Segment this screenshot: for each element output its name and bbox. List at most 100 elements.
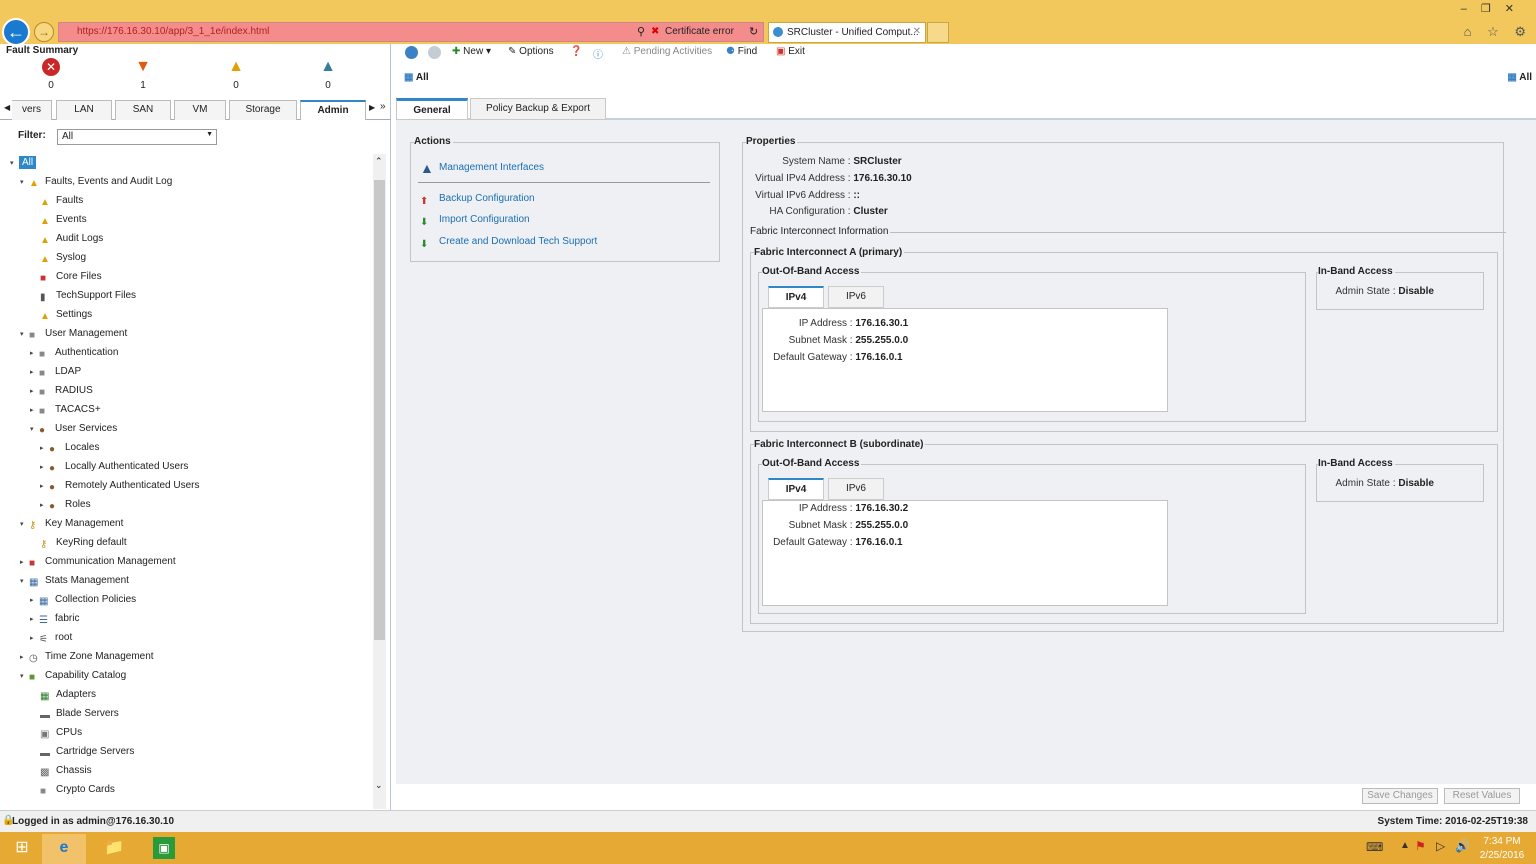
- taskbar-time[interactable]: 7:34 PM: [1480, 836, 1524, 847]
- network-icon[interactable]: ▷: [1436, 839, 1445, 853]
- new-menu[interactable]: ✚ New ▾: [452, 46, 491, 57]
- tree-crypto-cards[interactable]: ■ Crypto Cards: [40, 781, 115, 799]
- tab-san[interactable]: SAN: [115, 100, 171, 120]
- tree-user-management[interactable]: ▾ ■ User Management: [20, 325, 127, 343]
- fi-b-tab-ipv6[interactable]: IPv6: [828, 478, 884, 500]
- tree-roles[interactable]: ▸ ● Roles: [40, 496, 91, 514]
- tree-syslog[interactable]: ▲ Syslog: [40, 249, 86, 267]
- tab-servers[interactable]: vers: [12, 100, 52, 120]
- tree-root[interactable]: ▸ ⚟ root: [30, 629, 72, 647]
- tree-faults[interactable]: ▲ Faults: [40, 192, 83, 210]
- forward-button[interactable]: →: [34, 22, 54, 42]
- tree-core-files[interactable]: ■ Core Files: [40, 268, 102, 286]
- tree-audit-logs[interactable]: ▲ Audit Logs: [40, 230, 103, 248]
- home-icon[interactable]: ⌂: [1464, 24, 1478, 39]
- tree-fabric[interactable]: ▸ ☰ fabric: [30, 610, 79, 628]
- scroll-down-icon[interactable]: ⌄: [375, 780, 383, 791]
- management-interfaces-link[interactable]: ▲ Management Interfaces: [420, 160, 544, 176]
- tree-chassis[interactable]: ▩ Chassis: [40, 762, 92, 780]
- windows-start-icon[interactable]: ⊞: [0, 834, 44, 864]
- tab-general[interactable]: General: [396, 98, 468, 120]
- fault-warning[interactable]: ▲ 0: [318, 58, 338, 91]
- tree-scrollbar[interactable]: ⌃ ⌄: [373, 154, 386, 809]
- tech-support-link[interactable]: ⬇ Create and Download Tech Support: [420, 236, 597, 253]
- tree-key-management[interactable]: ▾ ⚷ Key Management: [20, 515, 123, 533]
- tree-radius[interactable]: ▸ ■ RADIUS: [30, 382, 93, 400]
- back-nav-icon[interactable]: [405, 46, 418, 59]
- tree-techsupport-files[interactable]: ▮ TechSupport Files: [40, 287, 136, 305]
- tree-communication-management[interactable]: ▸ ■ Communication Management: [20, 553, 176, 571]
- tree-remote-users[interactable]: ▸ ● Remotely Authenticated Users: [40, 477, 200, 495]
- tree-blade-servers[interactable]: ▬ Blade Servers: [40, 705, 119, 723]
- tab-lan[interactable]: LAN: [56, 100, 112, 120]
- forward-nav-icon[interactable]: [428, 46, 441, 59]
- tree-ldap[interactable]: ▸ ■ LDAP: [30, 363, 81, 381]
- tabs-right-arrow-icon[interactable]: ▶: [369, 103, 375, 112]
- keyboard-icon[interactable]: ⌨: [1366, 840, 1383, 854]
- tree-faults-events[interactable]: ▾ ▲ Faults, Events and Audit Log: [20, 173, 172, 191]
- browser-tab[interactable]: SRCluster - Unified Comput... ✕: [768, 22, 926, 43]
- tree-user-services[interactable]: ▾ ● User Services: [30, 420, 117, 438]
- tree-stats-management[interactable]: ▾ ▦ Stats Management: [20, 572, 129, 590]
- tree-tacacs[interactable]: ▸ ■ TACACS+: [30, 401, 101, 419]
- tree-collection-policies[interactable]: ▸ ▦ Collection Policies: [30, 591, 136, 609]
- settings-gear-icon[interactable]: ⚙: [1514, 24, 1532, 39]
- browser-icons[interactable]: ⌂ ☆ ⚙: [1464, 24, 1532, 40]
- tab-admin[interactable]: Admin: [300, 100, 366, 120]
- tab-policy-backup-export[interactable]: Policy Backup & Export: [470, 98, 606, 120]
- tree-cpus[interactable]: ▣ CPUs: [40, 724, 82, 742]
- tree-local-users[interactable]: ▸ ● Locally Authenticated Users: [40, 458, 188, 476]
- flag-icon[interactable]: ⚑: [1415, 839, 1426, 853]
- tabs-left-arrow-icon[interactable]: ◀: [4, 103, 10, 112]
- fi-a-tab-ipv6[interactable]: IPv6: [828, 286, 884, 308]
- tree-all[interactable]: ▾ All: [10, 154, 37, 172]
- save-changes-button[interactable]: Save Changes: [1362, 788, 1438, 804]
- internet-explorer-icon[interactable]: e: [42, 834, 86, 864]
- filter-select[interactable]: All ▼: [57, 129, 217, 145]
- fi-b-mask-row: Subnet Mask : 255.255.0.0: [788, 520, 909, 531]
- volume-icon[interactable]: 🔊: [1455, 839, 1470, 853]
- warning-icon: ▲: [320, 58, 336, 75]
- info-icon[interactable]: ⓘ: [593, 46, 603, 61]
- tree-keyring-default[interactable]: ⚷ KeyRing default: [40, 534, 127, 552]
- scroll-up-icon[interactable]: ⌃: [375, 156, 383, 167]
- exit-button[interactable]: ▣ Exit: [776, 46, 805, 57]
- favorites-star-icon[interactable]: ☆: [1487, 24, 1505, 39]
- scroll-thumb[interactable]: [374, 180, 385, 640]
- tree-locales[interactable]: ▸ ● Locales: [40, 439, 99, 457]
- import-configuration-link[interactable]: ⬇ Import Configuration: [420, 214, 530, 231]
- reset-values-button[interactable]: Reset Values: [1444, 788, 1520, 804]
- tray-up-icon[interactable]: ▲: [1400, 840, 1410, 851]
- fi-a-tab-ipv4[interactable]: IPv4: [768, 286, 824, 308]
- tabs-more-icon[interactable]: »: [380, 101, 386, 112]
- address-bar[interactable]: https://176.16.30.10/app/3_1_1e/index.ht…: [58, 22, 764, 42]
- back-button[interactable]: ←: [2, 18, 30, 46]
- fault-major[interactable]: ▼ 1: [133, 58, 153, 91]
- window-controls[interactable]: –❐✕: [1461, 2, 1528, 15]
- options-button[interactable]: ✎ Options: [508, 46, 554, 57]
- tree-cartridge-servers[interactable]: ▬ Cartridge Servers: [40, 743, 134, 761]
- search-icon[interactable]: ⚲: [637, 25, 645, 38]
- tree-authentication[interactable]: ▸ ■ Authentication: [30, 344, 118, 362]
- new-tab-button[interactable]: [927, 22, 949, 43]
- find-button[interactable]: ⚈ Find: [726, 46, 757, 57]
- cert-error-label[interactable]: Certificate error: [665, 26, 734, 37]
- tree-capability-catalog[interactable]: ▾ ■ Capability Catalog: [20, 667, 126, 685]
- tab-vm[interactable]: VM: [174, 100, 226, 120]
- tree-adapters[interactable]: ▦ Adapters: [40, 686, 96, 704]
- taskbar-date[interactable]: 2/25/2016: [1478, 850, 1526, 861]
- tree-settings[interactable]: ▲ Settings: [40, 306, 92, 324]
- file-explorer-icon[interactable]: 📁: [92, 834, 136, 864]
- help-icon[interactable]: ❓: [570, 46, 582, 57]
- tab-storage[interactable]: Storage: [229, 100, 297, 120]
- refresh-icon[interactable]: ↻: [749, 25, 758, 38]
- fault-minor[interactable]: ▲ 0: [226, 58, 246, 91]
- backup-configuration-link[interactable]: ⬆ Backup Configuration: [420, 193, 535, 210]
- pending-activities-button[interactable]: ⚠ Pending Activities: [622, 46, 712, 57]
- fi-b-tab-ipv4[interactable]: IPv4: [768, 478, 824, 500]
- fault-critical[interactable]: ✕ 0: [41, 58, 61, 91]
- tree-events[interactable]: ▲ Events: [40, 211, 87, 229]
- store-icon[interactable]: ▣: [142, 834, 186, 864]
- tree-timezone-management[interactable]: ▸ ◷ Time Zone Management: [20, 648, 154, 666]
- close-tab-icon[interactable]: ✕: [913, 26, 921, 37]
